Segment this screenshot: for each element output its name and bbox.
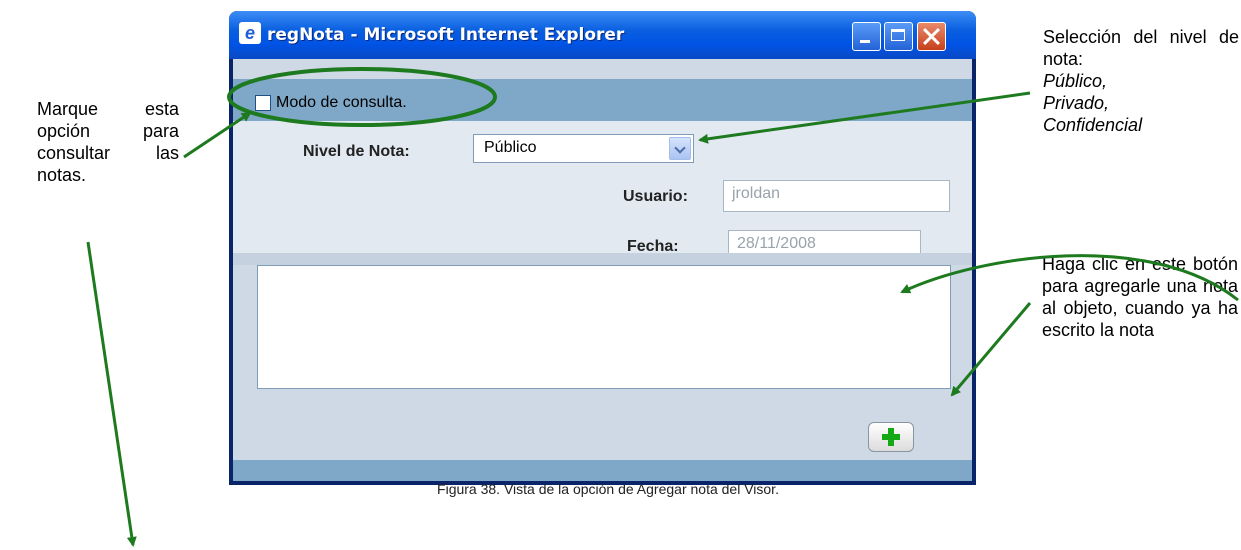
arrow-textarea [900, 254, 1239, 302]
arrow-consult-down [86, 241, 137, 547]
annotation-arrows [86, 67, 1239, 547]
arrow-consult-mode [183, 111, 252, 159]
consult-mode-highlight-ellipse [227, 67, 497, 127]
arrow-add-button [950, 302, 1032, 397]
arrow-nivel [698, 91, 1031, 144]
